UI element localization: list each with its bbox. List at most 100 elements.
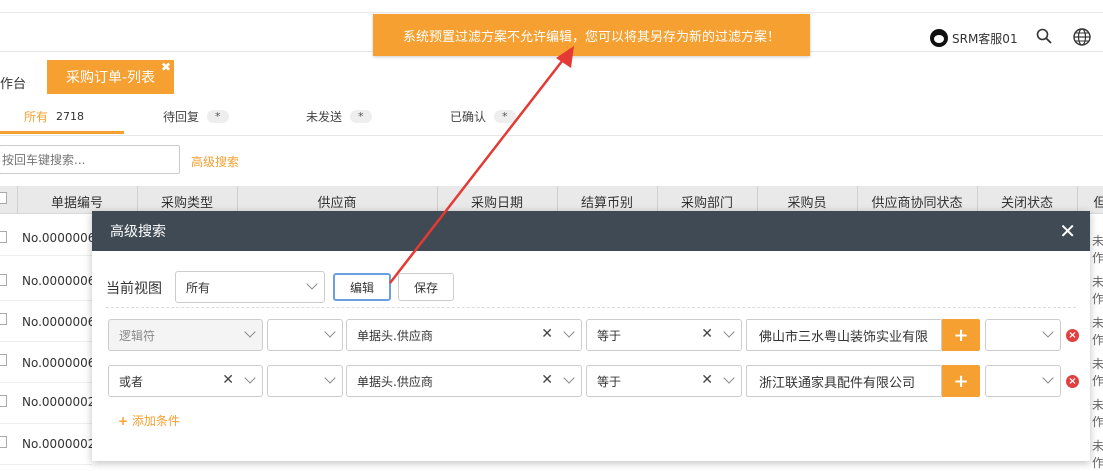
clear-icon[interactable]: ✕ — [541, 372, 553, 388]
chevron-down-icon — [723, 326, 735, 338]
status-tab-pending[interactable]: 待回复 * — [163, 108, 229, 125]
left-paren-select[interactable] — [267, 365, 343, 397]
field-select[interactable]: 单据头.供应商 ✕ — [346, 319, 582, 351]
operator-value: 等于 — [597, 374, 622, 389]
save-button[interactable]: 保存 — [398, 273, 454, 301]
qq-icon — [930, 29, 948, 47]
divider — [106, 307, 1076, 308]
view-select-value: 所有 — [186, 280, 211, 295]
col-supplier-status[interactable]: 供应商协同状态 — [857, 192, 977, 211]
chevron-down-icon — [723, 372, 735, 384]
status-tab-all[interactable]: 所有 2718 — [24, 108, 84, 125]
chevron-down-icon — [244, 372, 256, 384]
tab-label: 采购订单-列表 — [65, 70, 156, 86]
advanced-search-dialog: 高级搜索 ✕ 当前视图 所有 编辑 保存 逻辑符 单据头.供应商 ✕ 等于 ✕ … — [92, 211, 1090, 461]
order-no-cell[interactable]: No.00000061 — [22, 315, 103, 329]
status-tab-unsent[interactable]: 未发送 * — [306, 108, 372, 125]
logic-value: 或者 — [119, 374, 144, 389]
table-row[interactable]: No.00000061 — [0, 301, 103, 342]
edit-button[interactable]: 编辑 — [333, 273, 391, 301]
right-paren-select[interactable] — [985, 319, 1061, 351]
operator-value: 等于 — [597, 328, 622, 343]
advanced-search-link[interactable]: 高级搜索 — [191, 153, 239, 170]
globe-icon[interactable] — [1073, 28, 1091, 50]
active-tab-underline — [0, 131, 124, 134]
row-checkbox[interactable] — [0, 436, 7, 448]
col-buyer[interactable]: 采购员 — [757, 192, 857, 211]
select-all-checkbox[interactable] — [0, 192, 7, 204]
order-no-cell[interactable]: No.00000027 — [22, 437, 103, 451]
plus-icon[interactable]: + — [942, 319, 980, 351]
row-checkbox[interactable] — [0, 354, 7, 366]
chevron-down-icon — [324, 372, 336, 384]
close-tab-icon[interactable]: ✖ — [161, 60, 171, 74]
remove-condition-icon[interactable]: × — [1066, 329, 1079, 342]
table-row[interactable]: No.00000061 — [0, 342, 103, 383]
col-department[interactable]: 采购部门 — [657, 192, 757, 211]
row-checkbox[interactable] — [0, 274, 7, 286]
col-currency[interactable]: 结算币别 — [557, 192, 657, 211]
table-row[interactable]: No.00000027 — [0, 424, 103, 465]
col-close-status[interactable]: 关闭状态 — [977, 192, 1077, 211]
clear-icon[interactable]: ✕ — [541, 326, 553, 342]
close-icon[interactable]: ✕ — [1059, 219, 1076, 243]
order-no-cell[interactable]: No.00000027 — [22, 395, 103, 409]
right-paren-select[interactable] — [985, 365, 1061, 397]
table-row[interactable]: No.00000061 — [0, 260, 103, 301]
page-tabs: 作台 采购订单-列表 ✖ — [0, 58, 1103, 96]
operator-select[interactable]: 等于 ✕ — [586, 365, 742, 397]
add-condition-button[interactable]: + 添加条件 — [118, 412, 180, 429]
field-select[interactable]: 单据头.供应商 ✕ — [346, 365, 582, 397]
logic-select[interactable]: 逻辑符 — [108, 319, 263, 351]
search-icon[interactable] — [1036, 28, 1052, 48]
top-divider — [0, 12, 1103, 13]
chevron-down-icon — [1042, 372, 1054, 384]
warning-toast: 系统预置过滤方案不允许编辑，您可以将其另存为新的过滤方案！ — [373, 14, 810, 56]
chevron-down-icon — [563, 372, 575, 384]
left-paren-select[interactable] — [267, 319, 343, 351]
dialog-title: 高级搜索 — [110, 224, 166, 240]
value-input[interactable]: 佛山市三水粤山装饰实业有限 — [746, 319, 942, 351]
plus-icon[interactable]: + — [942, 365, 980, 397]
chevron-down-icon — [1042, 326, 1054, 338]
order-no-cell[interactable]: No.00000061 — [22, 231, 103, 245]
order-no-cell[interactable]: No.00000061 — [22, 274, 103, 288]
chevron-down-icon — [324, 326, 336, 338]
order-no-cell[interactable]: No.00000061 — [22, 356, 103, 370]
chevron-down-icon — [306, 278, 318, 290]
operator-select[interactable]: 等于 ✕ — [586, 319, 742, 351]
status-tab-label: 未发送 — [306, 110, 343, 124]
search-input[interactable] — [0, 145, 180, 174]
col-purchase-type[interactable]: 采购类型 — [137, 192, 237, 211]
logic-select[interactable]: 或者 ✕ — [108, 365, 263, 397]
col-order-no[interactable]: 单据编号 — [17, 192, 137, 211]
status-tab-count: * — [494, 110, 516, 123]
status-tab-confirmed[interactable]: 已确认 * — [450, 108, 516, 125]
row-right-cell: 未作 — [1092, 439, 1103, 470]
chevron-down-icon — [563, 326, 575, 338]
col-purchase-date[interactable]: 采购日期 — [437, 192, 557, 211]
status-tab-count: * — [207, 110, 229, 123]
row-checkbox[interactable] — [0, 395, 7, 407]
clear-icon[interactable]: ✕ — [222, 372, 234, 388]
view-select[interactable]: 所有 — [175, 271, 325, 303]
col-more[interactable]: 但 — [1090, 192, 1103, 211]
table-row[interactable]: No.00000061 — [0, 215, 103, 256]
chevron-down-icon — [244, 326, 256, 338]
clear-icon[interactable]: ✕ — [701, 372, 713, 388]
row-checkbox[interactable] — [0, 231, 7, 243]
tab-workbench[interactable]: 作台 — [0, 73, 26, 92]
user-menu[interactable]: SRM客服01 — [930, 29, 1018, 47]
value-input[interactable]: 浙江联通家具配件有限公司 — [746, 365, 942, 397]
status-tab-label: 所有 — [24, 110, 49, 124]
col-supplier[interactable]: 供应商 — [237, 192, 437, 211]
clear-icon[interactable]: ✕ — [701, 326, 713, 342]
tab-purchase-order-list[interactable]: 采购订单-列表 ✖ — [47, 60, 174, 94]
remove-condition-icon[interactable]: × — [1066, 375, 1079, 388]
row-checkbox[interactable] — [0, 313, 7, 325]
table-row[interactable]: No.00000027 — [0, 383, 103, 424]
column-separator — [1077, 186, 1078, 214]
dialog-header: 高级搜索 ✕ — [92, 211, 1090, 251]
logic-value: 逻辑符 — [119, 328, 156, 343]
row-right-cell: 未作 — [1092, 275, 1103, 306]
